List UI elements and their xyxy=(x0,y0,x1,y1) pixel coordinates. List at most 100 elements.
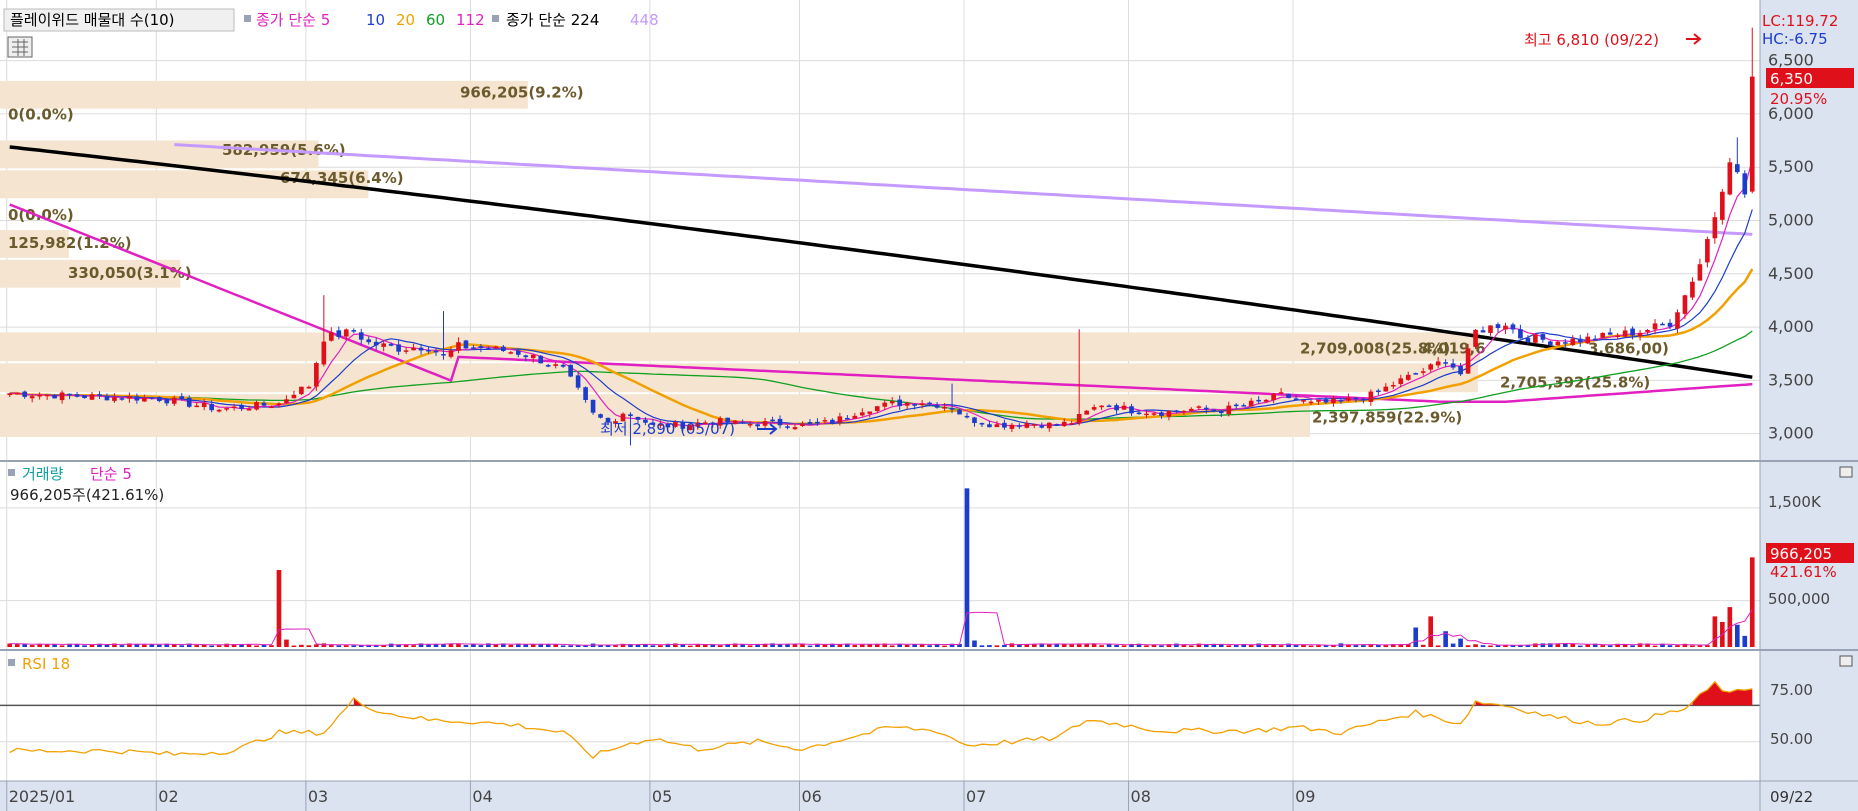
price-tick-label: 5,000 xyxy=(1768,211,1814,230)
legend-ma112[interactable]: 112 xyxy=(456,11,485,29)
candle-body xyxy=(964,415,970,418)
volume-bar xyxy=(1226,645,1232,647)
candle-body xyxy=(1548,341,1553,346)
volume-bar xyxy=(1697,645,1703,647)
volume-title[interactable]: 거래량 xyxy=(22,465,64,483)
candle-body xyxy=(1443,362,1448,364)
volume-bar xyxy=(1734,624,1740,647)
candle-body xyxy=(1308,401,1314,404)
candle-body xyxy=(1697,264,1703,281)
candle-body xyxy=(336,330,342,337)
candle-body xyxy=(994,424,1000,428)
candle-body xyxy=(209,404,214,411)
legend-ma224[interactable]: 종가 단순 224 xyxy=(506,11,599,29)
candle-body xyxy=(508,352,514,354)
candle-body xyxy=(97,394,102,396)
candle-body xyxy=(515,350,521,355)
volume-bar xyxy=(1690,645,1695,647)
candle-body xyxy=(1495,324,1501,329)
profile-label: 966,205(9.2%) xyxy=(460,84,584,102)
candle-body xyxy=(358,332,364,340)
candle-body xyxy=(388,343,394,346)
candle-body xyxy=(44,394,50,397)
volume-bar xyxy=(1368,645,1374,647)
candle-body xyxy=(1503,325,1508,330)
candle-body xyxy=(433,350,439,353)
volume-bar xyxy=(1667,645,1673,647)
volume-bar xyxy=(1121,645,1127,647)
volume-bar xyxy=(1413,627,1419,647)
volume-bar xyxy=(1256,643,1261,647)
volume-bar xyxy=(1189,645,1194,647)
volume-bullet xyxy=(8,469,15,476)
candle-body xyxy=(127,396,132,399)
candle-body xyxy=(314,363,319,387)
candle-body xyxy=(1159,412,1164,416)
candle-body xyxy=(807,422,813,424)
close-volume-panel-icon[interactable] xyxy=(1839,466,1853,478)
candle-body xyxy=(179,396,185,399)
candle-body xyxy=(501,346,506,351)
candle-body xyxy=(1652,323,1658,330)
legend-ma60[interactable]: 60 xyxy=(426,11,445,29)
candle-body xyxy=(411,347,416,351)
legend-ma10[interactable]: 10 xyxy=(366,11,385,29)
candle-body xyxy=(1017,425,1022,427)
candle-body xyxy=(22,391,28,397)
volume-bar xyxy=(269,645,274,647)
volume-bar xyxy=(822,644,828,647)
price-tick-label: 6,500 xyxy=(1768,51,1814,70)
candle-body xyxy=(373,341,379,346)
current-change: 20.95% xyxy=(1770,90,1827,108)
candle-body xyxy=(381,343,386,347)
candle-body xyxy=(1323,399,1329,403)
candle-body xyxy=(568,364,573,377)
candle-body xyxy=(7,393,13,396)
candle-body xyxy=(867,411,873,414)
volume-ma-label[interactable]: 단순 5 xyxy=(90,465,132,483)
volume-bar xyxy=(1144,645,1149,647)
volume-bar xyxy=(740,644,745,647)
volume-bar xyxy=(351,645,357,647)
candle-body xyxy=(822,420,828,422)
volume-bar xyxy=(979,645,985,647)
candle-body xyxy=(1031,424,1037,426)
candle-body xyxy=(194,405,200,408)
candle-body xyxy=(1555,341,1561,346)
volume-bar xyxy=(478,645,484,647)
profile-label: 125,982(1.2%) xyxy=(8,234,132,252)
candle-body xyxy=(366,339,372,343)
legend-ma5[interactable]: 종가 단순 5 xyxy=(256,11,330,29)
candle-body xyxy=(134,396,140,401)
volume-bar xyxy=(1577,645,1583,647)
close-rsi-panel-icon[interactable] xyxy=(1839,655,1853,667)
candle-body xyxy=(1106,405,1112,408)
volume-bar xyxy=(942,645,947,647)
volume-bar xyxy=(1174,643,1179,647)
volume-bar xyxy=(261,644,267,647)
candle-body xyxy=(291,394,297,399)
candle-body xyxy=(426,350,431,352)
legend-ma20[interactable]: 20 xyxy=(396,11,415,29)
current-date: 09/22 xyxy=(1770,788,1813,806)
volume-bar xyxy=(702,644,708,647)
rsi-title[interactable]: RSI 18 xyxy=(22,655,70,673)
volume-bar xyxy=(291,645,297,647)
volume-bar xyxy=(284,639,289,647)
volume-bar xyxy=(987,645,992,647)
candle-body xyxy=(1510,324,1516,330)
volume-bar xyxy=(1742,635,1748,647)
volume-bar xyxy=(104,644,110,647)
volume-bar xyxy=(1151,644,1157,647)
candle-body xyxy=(1361,398,1366,401)
candle-body xyxy=(284,399,289,404)
candle-body xyxy=(1749,76,1755,192)
candle-body xyxy=(1734,164,1740,173)
candle-body xyxy=(523,355,529,358)
legend-playwid-volume-profile[interactable]: 플레이위드 매물대 수(10) xyxy=(10,11,175,29)
volume-bar xyxy=(254,645,259,647)
legend-ma448[interactable]: 448 xyxy=(630,11,659,29)
volume-bar xyxy=(1233,645,1239,647)
volume-bar xyxy=(82,645,87,647)
candle-body xyxy=(1383,386,1389,392)
